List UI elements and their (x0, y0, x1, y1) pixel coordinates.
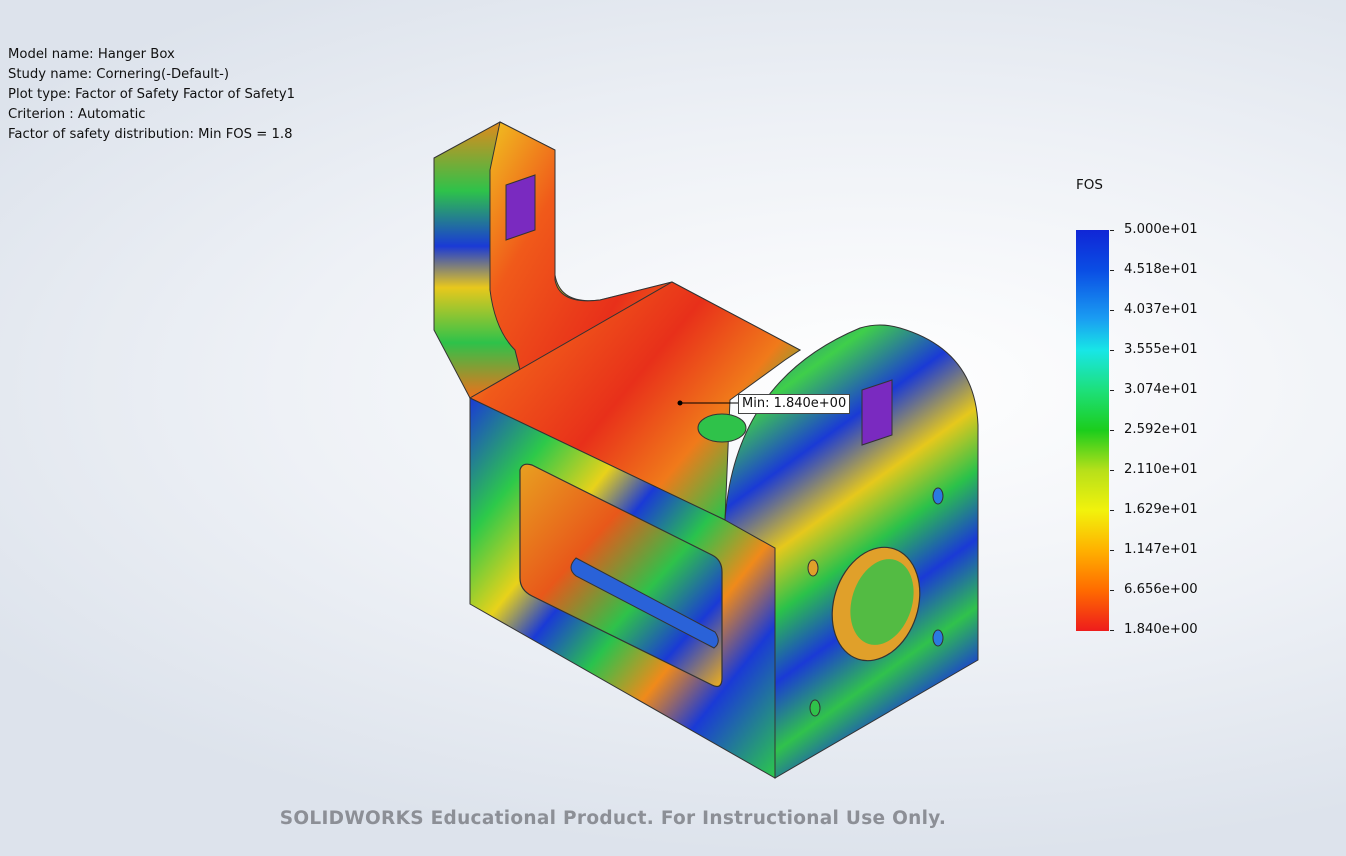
legend-tick-label: 4.518e+01 (1124, 262, 1198, 277)
legend-tick-mark (1110, 510, 1114, 511)
legend-tick-label: 1.840e+00 (1124, 622, 1198, 637)
bolt-hole-4 (809, 699, 821, 717)
legend-tick-label: 3.555e+01 (1124, 342, 1198, 357)
legend-color-bar (1076, 230, 1109, 631)
legend-tick-mark (1110, 310, 1114, 311)
legend-tick-mark (1110, 470, 1114, 471)
bolt-hole-2 (807, 559, 819, 577)
side-pin-slot (861, 379, 893, 446)
legend-tick-label: 2.110e+01 (1124, 462, 1198, 477)
fos-color-legend: FOS 5.000e+01 4.518e+01 4.037e+01 3.555e+01… (1070, 175, 1270, 645)
legend-tick-mark (1110, 270, 1114, 271)
legend-tick-label: 4.037e+01 (1124, 302, 1198, 317)
legend-tick-mark (1110, 430, 1114, 431)
educational-watermark: SOLIDWORKS Educational Product. For Inst… (279, 808, 947, 829)
legend-tick-mark (1110, 390, 1114, 391)
legend-title: FOS (1076, 177, 1103, 193)
legend-tick-label: 1.147e+01 (1124, 542, 1198, 557)
bolt-hole-1 (932, 487, 944, 505)
min-fos-callout[interactable]: Min: 1.840e+00 (738, 394, 851, 414)
top-plate-hole (697, 413, 747, 443)
legend-tick-mark (1110, 550, 1114, 551)
legend-tick-label: 2.592e+01 (1124, 422, 1198, 437)
legend-tick-mark (1110, 230, 1114, 231)
legend-tick-label: 1.629e+01 (1124, 502, 1198, 517)
legend-tick-label: 5.000e+01 (1124, 222, 1198, 237)
legend-tick-label: 3.074e+01 (1124, 382, 1198, 397)
legend-tick-label: 6.656e+00 (1124, 582, 1198, 597)
legend-tick-mark (1110, 630, 1114, 631)
bolt-hole-3 (932, 629, 944, 647)
tab-pin-slot (505, 174, 536, 241)
legend-tick-mark (1110, 350, 1114, 351)
legend-tick-mark (1110, 590, 1114, 591)
